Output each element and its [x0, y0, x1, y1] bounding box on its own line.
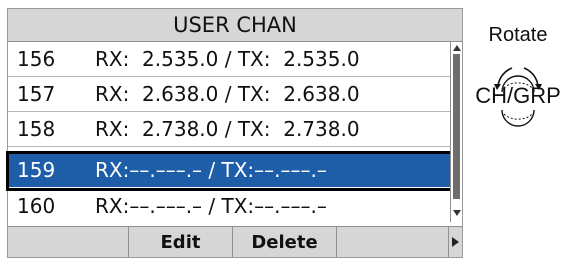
- channel-frequency: RX: 2.738.0 / TX: 2.738.0: [95, 117, 360, 141]
- channel-frequency: RX: 2.535.0 / TX: 2.535.0: [95, 47, 360, 71]
- channel-number: 156: [17, 47, 56, 71]
- channel-row-156[interactable]: 156 RX: 2.535.0 / TX: 2.535.0: [8, 42, 450, 77]
- scrollbar[interactable]: [450, 42, 462, 222]
- user-channel-screen: USER CHAN 156 RX: 2.535.0 / TX: 2.535.0 …: [6, 8, 463, 258]
- arrow-right-icon: [452, 237, 459, 247]
- scroll-down-arrow-icon[interactable]: [453, 210, 461, 216]
- channel-number: 160: [17, 194, 56, 218]
- control-hint: Rotate CH/GRP: [470, 10, 566, 130]
- channel-row-157[interactable]: 157 RX: 2.638.0 / TX: 2.638.0: [8, 77, 450, 112]
- channel-number: 157: [17, 82, 56, 106]
- channel-frequency: RX:––.–––.– / TX:––.–––.–: [95, 194, 327, 218]
- edit-softkey[interactable]: Edit: [129, 227, 233, 257]
- ch-grp-knob-label: CH/GRP: [475, 83, 561, 108]
- channel-number: 159: [17, 158, 56, 182]
- delete-softkey[interactable]: Delete: [233, 227, 337, 257]
- softkey-1[interactable]: [8, 227, 129, 257]
- channel-frequency: RX: 2.638.0 / TX: 2.638.0: [95, 82, 360, 106]
- scroll-thumb[interactable]: [453, 54, 460, 199]
- softkey-4[interactable]: [337, 227, 449, 257]
- screen-title: USER CHAN: [8, 9, 462, 42]
- next-page-softkey[interactable]: [449, 227, 462, 257]
- channel-number: 158: [17, 117, 56, 141]
- channel-frequency: RX:––.–––.– / TX:––.–––.–: [95, 158, 327, 182]
- scroll-up-arrow-icon[interactable]: [453, 45, 461, 51]
- channel-row-158[interactable]: 158 RX: 2.738.0 / TX: 2.738.0: [8, 112, 450, 147]
- softkey-bar: Edit Delete: [8, 226, 462, 257]
- channel-row-159-selected[interactable]: 159 RX:––.–––.– / TX:––.–––.–: [8, 153, 450, 187]
- rotate-label: Rotate: [488, 24, 548, 46]
- channel-row-160[interactable]: 160 RX:––.–––.– / TX:––.–––.–: [8, 189, 450, 223]
